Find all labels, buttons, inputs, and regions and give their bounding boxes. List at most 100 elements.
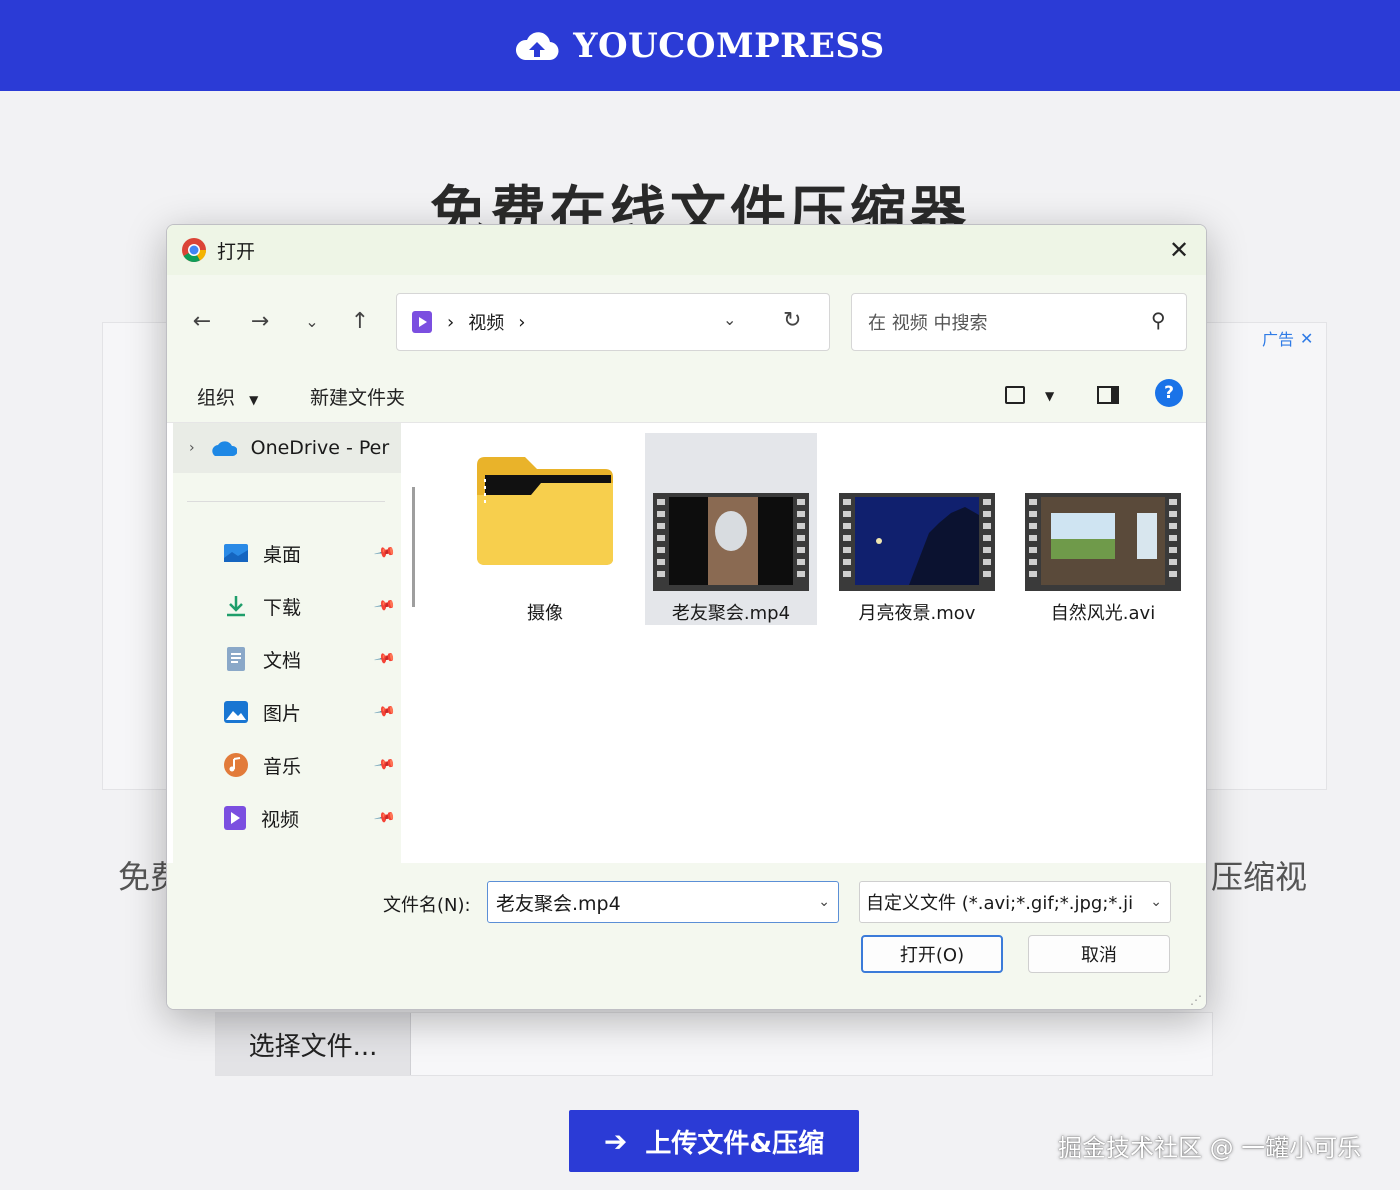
close-icon[interactable]: ✕ xyxy=(1166,237,1192,263)
videos-icon xyxy=(224,806,246,830)
caret-down-icon: ▼ xyxy=(1045,389,1055,403)
pin-icon[interactable]: 📌 xyxy=(373,647,396,670)
chrome-icon xyxy=(182,238,206,263)
site-header: YOUCOMPRESS xyxy=(0,0,1400,91)
pin-icon[interactable]: 📌 xyxy=(373,594,396,617)
file-item-video-selected[interactable]: 老友聚会.mp4 xyxy=(645,433,817,625)
pictures-icon xyxy=(224,701,248,723)
address-dropdown-chevron-icon[interactable]: ⌄ xyxy=(723,310,736,329)
file-item-folder[interactable]: 摄像 xyxy=(459,433,631,625)
quick-access-label: 视频 xyxy=(261,808,300,831)
search-input[interactable]: 在 视频 中搜索 ⚲ xyxy=(851,293,1187,351)
music-icon xyxy=(224,753,248,777)
resize-grip-icon[interactable]: ⋰ xyxy=(1190,993,1202,1007)
breadcrumb-separator-icon[interactable]: › xyxy=(518,312,525,333)
file-type-value: 自定义文件 (*.avi;*.gif;*.jpg;*.ji xyxy=(866,893,1134,914)
quick-access-downloads[interactable]: 下载 📌 xyxy=(223,586,401,626)
documents-icon xyxy=(227,647,245,671)
view-options-button[interactable]: ▼ xyxy=(1005,383,1054,405)
search-icon: ⚲ xyxy=(1151,308,1166,332)
chevron-down-icon: ⌄ xyxy=(1146,894,1162,910)
navigation-scrollbar[interactable] xyxy=(412,487,415,607)
breadcrumb-segment[interactable]: 视频 xyxy=(468,309,504,335)
video-thumbnail-icon xyxy=(1025,493,1181,591)
organize-menu[interactable]: 组织 ▼ xyxy=(197,383,258,410)
nav-item-label: OneDrive - Per xyxy=(250,437,390,459)
breadcrumb-separator-icon: › xyxy=(447,311,455,333)
video-thumbnail-icon xyxy=(839,493,995,591)
file-input-row: 选择文件... xyxy=(215,1012,1213,1076)
pin-icon[interactable]: 📌 xyxy=(373,541,396,564)
quick-access-videos[interactable]: 视频 📌 xyxy=(223,798,401,838)
quick-access-pictures[interactable]: 图片 📌 xyxy=(223,692,401,732)
file-name: 月亮夜景.mov xyxy=(858,603,976,624)
download-icon xyxy=(227,596,245,617)
expand-chevron-icon[interactable]: › xyxy=(189,440,195,456)
brand-logo-text[interactable]: YOUCOMPRESS xyxy=(573,26,884,66)
up-arrow-icon[interactable]: ↑ xyxy=(343,305,377,339)
upload-button-label: 上传文件&压缩 xyxy=(645,1128,825,1159)
open-button[interactable]: 打开(O) xyxy=(861,935,1003,973)
watermark: 掘金技术社区 @ 一罐小可乐 xyxy=(1058,1134,1362,1162)
nav-item-onedrive[interactable]: › OneDrive - Per xyxy=(173,423,401,473)
refresh-icon[interactable]: ↻ xyxy=(783,308,801,333)
upload-compress-button[interactable]: ➔ 上传文件&压缩 xyxy=(569,1110,859,1172)
recent-locations-chevron-icon[interactable]: ⌄ xyxy=(295,305,329,339)
file-item-video[interactable]: 月亮夜景.mov xyxy=(831,433,1003,625)
navigation-pane: › OneDrive - Per 桌面 📌 下载 📌 文档 📌 图片 📌 音乐 … xyxy=(173,423,401,863)
organize-label: 组织 xyxy=(197,387,236,409)
filename-value: 老友聚会.mp4 xyxy=(496,892,621,915)
help-button[interactable]: ? xyxy=(1155,379,1183,407)
preview-pane-icon xyxy=(1097,385,1119,404)
onedrive-cloud-icon xyxy=(211,441,237,456)
filename-label: 文件名(N): xyxy=(383,895,471,916)
cancel-button[interactable]: 取消 xyxy=(1028,935,1170,973)
divider xyxy=(187,501,385,502)
pin-icon[interactable]: 📌 xyxy=(373,806,396,829)
address-bar[interactable]: › 视频 › ⌄ ↻ xyxy=(396,293,830,351)
dialog-footer: 文件名(N): 老友聚会.mp4 ⌄ 自定义文件 (*.avi;*.gif;*.… xyxy=(167,863,1206,1009)
file-name: 摄像 xyxy=(527,603,563,624)
new-folder-button[interactable]: 新建文件夹 xyxy=(310,383,405,410)
view-icon xyxy=(1005,385,1025,404)
pin-icon[interactable]: 📌 xyxy=(373,753,396,776)
pin-icon[interactable]: 📌 xyxy=(373,700,396,723)
forward-arrow-icon[interactable]: → xyxy=(243,305,277,339)
arrow-right-icon: ➔ xyxy=(603,1124,628,1158)
file-type-select[interactable]: 自定义文件 (*.avi;*.gif;*.jpg;*.ji ⌄ xyxy=(859,881,1171,923)
preview-pane-button[interactable] xyxy=(1097,383,1119,405)
filename-input[interactable]: 老友聚会.mp4 ⌄ xyxy=(487,881,839,923)
ad-text: 广告 xyxy=(1262,330,1295,349)
file-item-video[interactable]: 自然风光.avi xyxy=(1017,433,1189,625)
quick-access-label: 桌面 xyxy=(263,543,302,566)
dialog-toolbar: 组织 ▼ 新建文件夹 ▼ ? xyxy=(167,367,1206,423)
quick-access-label: 文档 xyxy=(263,649,302,672)
ad-label[interactable]: 广告 ✕ xyxy=(1262,326,1313,350)
file-name: 老友聚会.mp4 xyxy=(671,603,791,624)
file-list: 摄像 老友聚会.mp4 月亮夜景.mov 自然风光.avi xyxy=(425,423,1206,863)
caret-down-icon: ▼ xyxy=(249,393,259,407)
folder-icon xyxy=(477,457,613,565)
quick-access-documents[interactable]: 文档 📌 xyxy=(223,639,401,679)
back-arrow-icon[interactable]: ← xyxy=(185,305,219,339)
quick-access-label: 下载 xyxy=(263,596,302,619)
cloud-upload-icon xyxy=(516,31,559,60)
open-file-dialog: 打开 ✕ ← → ⌄ ↑ › 视频 › ⌄ ↻ 在 视频 中搜索 ⚲ 组织 ▼ … xyxy=(166,224,1207,1010)
ad-close-icon[interactable]: ✕ xyxy=(1300,329,1313,348)
choose-file-button[interactable]: 选择文件... xyxy=(216,1013,411,1075)
videos-folder-icon xyxy=(412,311,432,333)
video-thumbnail-icon xyxy=(653,493,809,591)
file-name: 自然风光.avi xyxy=(1050,603,1156,624)
dialog-titlebar: 打开 ✕ xyxy=(167,225,1206,275)
chevron-down-icon[interactable]: ⌄ xyxy=(818,894,830,910)
help-icon: ? xyxy=(1155,379,1183,407)
quick-access-music[interactable]: 音乐 📌 xyxy=(223,745,401,785)
quick-access-desktop[interactable]: 桌面 📌 xyxy=(223,533,401,573)
dialog-title: 打开 xyxy=(217,240,256,263)
desktop-icon xyxy=(224,544,248,562)
quick-access-label: 图片 xyxy=(263,702,302,725)
search-placeholder: 在 视频 中搜索 xyxy=(868,313,988,334)
description-right-fragment: 压缩视 xyxy=(1211,858,1308,896)
navigation-bar: ← → ⌄ ↑ › 视频 › ⌄ ↻ 在 视频 中搜索 ⚲ xyxy=(167,275,1206,367)
quick-access-label: 音乐 xyxy=(263,755,302,778)
